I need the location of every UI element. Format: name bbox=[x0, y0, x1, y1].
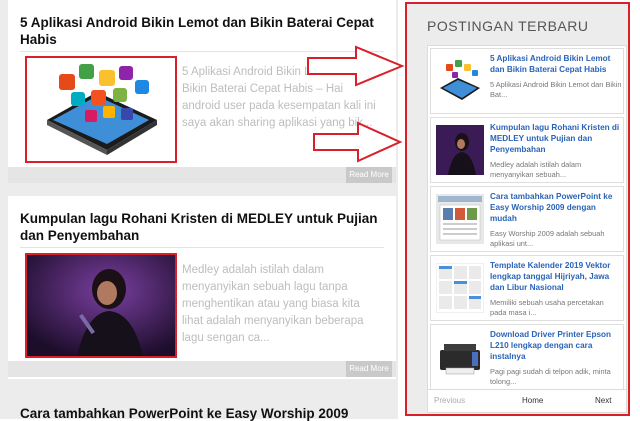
sidebar-pager: Previous Home Next bbox=[428, 389, 626, 412]
recent-post-thumbnail[interactable] bbox=[436, 194, 484, 244]
recent-post-excerpt: 5 Aplikasi Android Bikin Lemot dan Bikin… bbox=[490, 80, 622, 99]
divider bbox=[20, 247, 384, 248]
recent-post-excerpt: Memiliki sebuah usaha percetakan pada ma… bbox=[490, 298, 604, 317]
post-footer: Read More bbox=[8, 361, 396, 377]
recent-post-item[interactable]: Template Kalender 2019 Vektor lengkap ta… bbox=[430, 255, 624, 321]
recent-post-excerpt: Pagi pagi sudah di telpon adik, minta to… bbox=[490, 367, 611, 386]
post-thumbnail[interactable] bbox=[25, 56, 177, 163]
printer-image bbox=[436, 332, 484, 382]
previous-link[interactable]: Previous bbox=[434, 396, 465, 405]
read-more-button[interactable]: Read More bbox=[346, 361, 392, 377]
annotation-arrow-icon bbox=[307, 45, 405, 87]
post-excerpt: Medley adalah istilah dalam menyanyikan … bbox=[182, 264, 364, 344]
recent-post-thumbnail[interactable] bbox=[436, 263, 484, 313]
phone-apps-image bbox=[436, 56, 484, 106]
annotation-arrow-icon bbox=[313, 121, 403, 163]
recent-post-item[interactable]: Cara tambahkan PowerPoint ke Easy Worshi… bbox=[430, 186, 624, 252]
post-footer: Read More bbox=[8, 167, 396, 183]
read-more-button[interactable]: Read More bbox=[346, 167, 392, 183]
recent-post-excerpt: Medley adalah istilah dalam menyanyikan … bbox=[490, 160, 582, 179]
recent-post-thumbnail[interactable] bbox=[436, 332, 484, 382]
calendar-template-image bbox=[436, 263, 484, 313]
recent-posts-sidebar: POSTINGAN TERBARU 5 Aplikasi Android Bik… bbox=[405, 2, 630, 416]
phone-apps-image bbox=[47, 64, 157, 155]
recent-post-title[interactable]: Cara tambahkan PowerPoint ke Easy Worshi… bbox=[490, 191, 622, 224]
recent-post-title[interactable]: 5 Aplikasi Android Bikin Lemot dan Bikin… bbox=[490, 53, 622, 75]
recent-post-title[interactable]: Template Kalender 2019 Vektor lengkap ta… bbox=[490, 260, 622, 293]
recent-post-item[interactable]: 5 Aplikasi Android Bikin Lemot dan Bikin… bbox=[430, 48, 624, 114]
next-link[interactable]: Next bbox=[595, 396, 611, 405]
recent-post-excerpt: Easy Worship 2009 adalah sebuah aplikasi… bbox=[490, 229, 605, 248]
recent-post-thumbnail[interactable] bbox=[436, 56, 484, 106]
post-thumbnail[interactable] bbox=[25, 253, 177, 358]
recent-posts-widget: 5 Aplikasi Android Bikin Lemot dan Bikin… bbox=[427, 45, 627, 413]
post-title[interactable]: 5 Aplikasi Android Bikin Lemot dan Bikin… bbox=[20, 14, 380, 48]
home-link[interactable]: Home bbox=[522, 396, 543, 405]
recent-post-thumbnail[interactable] bbox=[436, 125, 484, 175]
sidebar-title: POSTINGAN TERBARU bbox=[427, 18, 589, 34]
recent-post-item[interactable]: Download Driver Printer Epson L210 lengk… bbox=[430, 324, 624, 390]
recent-post-item[interactable]: Kumpulan lagu Rohani Kristen di MEDLEY u… bbox=[430, 117, 624, 183]
recent-post-title[interactable]: Download Driver Printer Epson L210 lengk… bbox=[490, 329, 622, 362]
post-title[interactable]: Kumpulan lagu Rohani Kristen di MEDLEY u… bbox=[20, 210, 380, 244]
powerpoint-screenshot-image bbox=[436, 194, 484, 244]
post-card: Kumpulan lagu Rohani Kristen di MEDLEY u… bbox=[8, 196, 396, 379]
recent-post-title[interactable]: Kumpulan lagu Rohani Kristen di MEDLEY u… bbox=[490, 122, 622, 155]
singer-image bbox=[27, 255, 175, 356]
singer-image bbox=[436, 125, 484, 175]
